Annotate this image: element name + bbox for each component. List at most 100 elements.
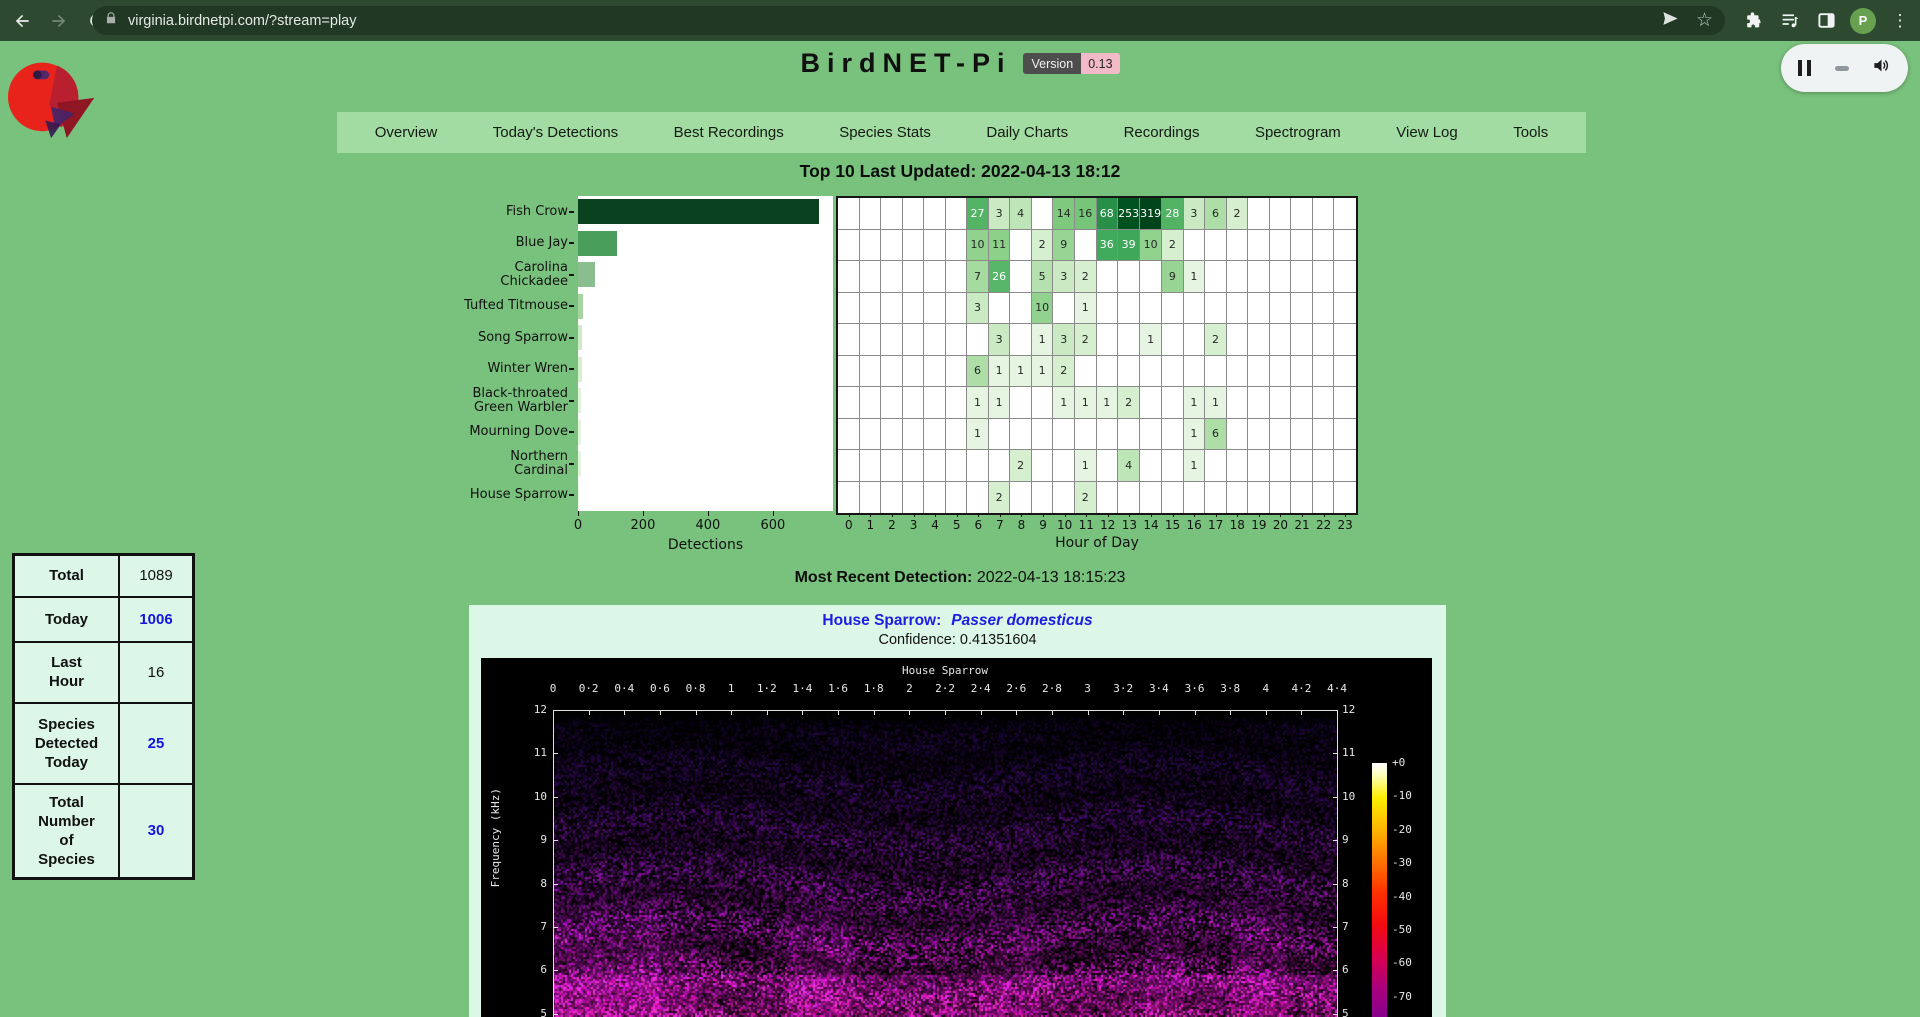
heatmap-cell — [1248, 230, 1270, 262]
nav-item-tools[interactable]: Tools — [1513, 124, 1548, 141]
heatmap-cell — [838, 261, 860, 293]
colorbar-tick-label: -50 — [1392, 923, 1412, 936]
heatmap-cell — [1227, 450, 1249, 482]
nav-item-recordings[interactable]: Recordings — [1124, 124, 1200, 141]
hour-axis-tick — [1237, 513, 1238, 517]
heatmap-cell — [1313, 261, 1335, 293]
extensions-icon[interactable] — [1742, 9, 1766, 33]
heatmap-cell: 3 — [989, 198, 1011, 230]
send-icon[interactable] — [1661, 9, 1680, 33]
heatmap-cell — [1097, 261, 1119, 293]
nav-item-species-stats[interactable]: Species Stats — [839, 124, 931, 141]
url-text[interactable]: virginia.birdnetpi.com/?stream=play — [128, 13, 356, 29]
nav-item-overview[interactable]: Overview — [375, 124, 438, 141]
profile-avatar[interactable]: P — [1850, 8, 1876, 34]
heatmap-cell: 1 — [1053, 387, 1075, 419]
heatmap-cell — [1248, 324, 1270, 356]
species-label: Tufted Titmouse — [340, 291, 568, 323]
heatmap-cell — [1184, 293, 1206, 325]
menu-dots-icon[interactable]: ⋮ — [1888, 9, 1912, 33]
heatmap-cell — [1248, 387, 1270, 419]
species-axis-tick — [569, 211, 574, 213]
heatmap-cell — [1334, 419, 1356, 451]
nav-item-today-s-detections[interactable]: Today's Detections — [493, 124, 618, 141]
heatmap-cell — [1140, 293, 1162, 325]
heatmap-cell — [1313, 450, 1335, 482]
bookmark-star-icon[interactable]: ☆ — [1696, 11, 1713, 30]
species-label: Black-throated Green Warbler — [340, 385, 568, 417]
nav-item-best-recordings[interactable]: Best Recordings — [674, 124, 784, 141]
heatmap-cell: 1 — [1184, 450, 1206, 482]
time-tick-label: 0 — [550, 682, 557, 695]
most-recent-value: 2022-04-13 18:15:23 — [977, 569, 1126, 586]
freq-tick-right — [1333, 884, 1337, 885]
media-controls-icon[interactable] — [1778, 9, 1802, 33]
stats-value[interactable]: 25 — [119, 703, 194, 784]
heatmap-cell: 27 — [967, 198, 989, 230]
hour-tick-label: 23 — [1338, 518, 1353, 532]
colorbar-tick-label: -70 — [1392, 990, 1412, 1003]
heatmap-cell — [924, 450, 946, 482]
heatmap-cell — [1162, 324, 1184, 356]
time-tick — [874, 711, 875, 715]
hour-tick-label: 5 — [953, 518, 961, 532]
heatmap-cell — [1032, 482, 1054, 514]
hour-tick-label: 14 — [1143, 518, 1158, 532]
nav-item-view-log[interactable]: View Log — [1396, 124, 1457, 141]
freq-tick — [554, 927, 558, 928]
detection-common-name[interactable]: House Sparrow: — [822, 612, 941, 629]
heatmap-cell — [1313, 387, 1335, 419]
colorbar-tick-label: -20 — [1392, 823, 1412, 836]
url-bar[interactable]: virginia.birdnetpi.com/?stream=play ☆ — [92, 6, 1725, 35]
detection-count-bar — [578, 388, 581, 413]
nav-item-daily-charts[interactable]: Daily Charts — [986, 124, 1068, 141]
heatmap-cell: 319 — [1140, 198, 1162, 230]
time-tick-label: 2·2 — [935, 682, 955, 695]
heatmap-cell — [1140, 261, 1162, 293]
stats-label: Last Hour — [14, 642, 120, 703]
heatmap-cell: 2 — [1205, 324, 1227, 356]
browser-toolbar: virginia.birdnetpi.com/?stream=play ☆ P … — [0, 0, 1920, 41]
time-tick-label: 1 — [728, 682, 735, 695]
time-tick — [553, 711, 554, 715]
back-icon[interactable] — [10, 9, 34, 33]
heatmap-cell — [1097, 324, 1119, 356]
stats-value[interactable]: 30 — [119, 784, 194, 879]
time-tick — [909, 711, 910, 715]
heatmap-cell: 1 — [1075, 293, 1097, 325]
time-tick — [660, 711, 661, 715]
screen: virginia.birdnetpi.com/?stream=play ☆ P … — [0, 0, 1920, 1017]
detection-confidence: Confidence: 0.41351604 — [469, 632, 1446, 650]
freq-tick-right — [1333, 753, 1337, 754]
heatmap-cell — [881, 198, 903, 230]
pause-icon[interactable] — [1798, 60, 1811, 76]
audio-player[interactable] — [1781, 44, 1908, 92]
detection-count-bar — [578, 199, 819, 224]
time-tick-label: 4 — [1262, 682, 1269, 695]
stats-value[interactable]: 1006 — [119, 597, 194, 642]
freq-tick-label: 12 — [509, 703, 547, 716]
heatmap-cell — [946, 324, 968, 356]
hour-tick-label: 20 — [1273, 518, 1288, 532]
heatmap-cell — [1270, 387, 1292, 419]
time-tick-label: 2·4 — [971, 682, 991, 695]
nav-item-spectrogram[interactable]: Spectrogram — [1255, 124, 1341, 141]
freq-tick-label: 6 — [509, 963, 547, 976]
seek-dash[interactable] — [1835, 66, 1849, 71]
heatmap-cell: 10 — [1032, 293, 1054, 325]
volume-icon[interactable] — [1872, 56, 1891, 80]
heatmap-cell — [860, 293, 882, 325]
side-panel-icon[interactable] — [1814, 9, 1838, 33]
heatmap-cell — [1184, 356, 1206, 388]
stats-row: Total Number of Species30 — [14, 784, 194, 879]
freq-tick-right — [1333, 970, 1337, 971]
forward-icon[interactable] — [47, 9, 71, 33]
heatmap-cell: 1 — [989, 387, 1011, 419]
bar-axis-tick — [643, 511, 644, 516]
hour-axis-tick — [935, 513, 936, 517]
heatmap-cell — [1270, 450, 1292, 482]
heatmap-cell — [1053, 482, 1075, 514]
heatmap-cell: 68 — [1097, 198, 1119, 230]
version-value: 0.13 — [1081, 53, 1119, 74]
heatmap-cell — [1248, 261, 1270, 293]
